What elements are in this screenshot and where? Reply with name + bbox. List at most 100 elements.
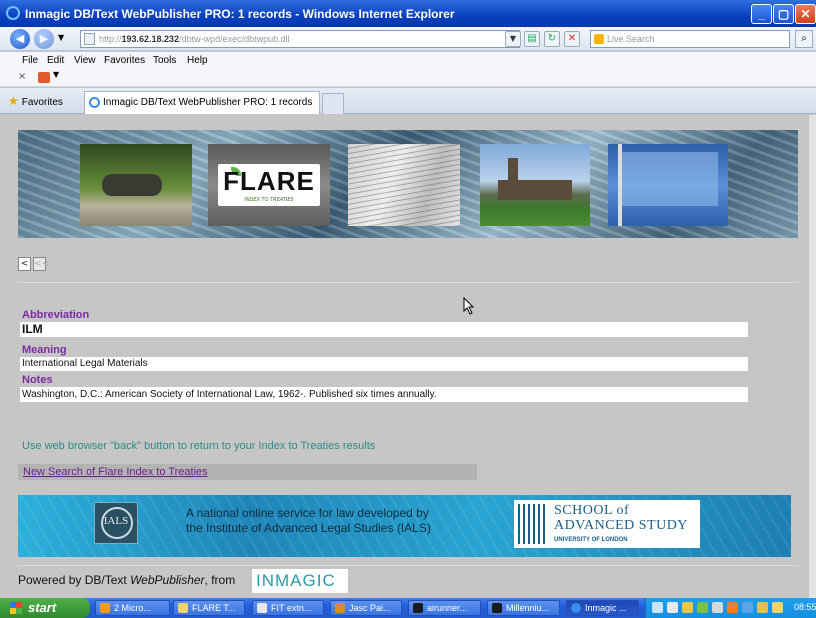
flare-banner: FLARE INDEX TO TREATIES [18, 130, 798, 238]
close-toolbar-icon[interactable]: × [18, 71, 26, 82]
tray-folder-icon[interactable] [682, 602, 693, 613]
tab-ie-icon [89, 97, 100, 108]
field-label-notes: Notes [22, 374, 53, 386]
stop-icon[interactable]: ✕ [564, 31, 580, 47]
previous-record-button[interactable]: < [18, 257, 31, 271]
taskbar-item-inmagic[interactable]: Inmagic ... [566, 600, 639, 616]
live-search-placeholder: Live Search [607, 34, 655, 44]
field-label-meaning: Meaning [22, 344, 67, 356]
terminal-icon [413, 603, 423, 613]
field-value-meaning: International Legal Materials [20, 357, 748, 371]
powered-by-product: WebPublisher [130, 573, 205, 587]
address-dropdown-icon[interactable]: ▼ [505, 31, 521, 47]
tray-shield-icon[interactable] [757, 602, 768, 613]
start-button[interactable]: start [0, 598, 90, 618]
tray-speaker-icon[interactable] [712, 602, 723, 613]
live-search-input[interactable]: Live Search [590, 30, 790, 48]
field-value-abbreviation: ILM [20, 322, 748, 337]
tray-network-icon[interactable] [652, 602, 663, 613]
new-search-link[interactable]: New Search of Flare Index to Treaties [23, 466, 208, 478]
folder-icon [178, 603, 188, 613]
command-bar: × ▼ [0, 69, 816, 87]
paint-icon [335, 603, 345, 613]
flare-logo-panel: FLARE INDEX TO TREATIES [208, 144, 330, 226]
favorites-star-icon: ★ [8, 94, 19, 108]
tab-label: Inmagic DB/Text WebPublisher PRO: 1 reco… [103, 97, 313, 108]
tab-active[interactable]: Inmagic DB/Text WebPublisher PRO: 1 reco… [84, 91, 320, 114]
tray-monitor-icon[interactable] [742, 602, 753, 613]
powered-by-text: Powered by DB/Text WebPublisher, from [18, 573, 235, 587]
system-tray: 08:55 [645, 598, 816, 618]
mouse-cursor-icon [463, 297, 475, 315]
clock: 08:55 [794, 602, 816, 612]
taskbar-item-office[interactable]: 2 Micro... [95, 600, 170, 616]
powered-by-suffix: , from [204, 573, 236, 587]
sas-name-line2: ADVANCED STUDY [554, 518, 688, 533]
taskbar-item-jasc[interactable]: Jasc Pai... [330, 600, 402, 616]
field-value-notes: Washington, D.C.: American Society of In… [20, 387, 748, 402]
back-button[interactable]: ◀ [10, 29, 30, 49]
url-host: 193.62.18.232 [121, 34, 180, 44]
tray-keyboard-icon[interactable] [667, 602, 678, 613]
compatibility-icon[interactable]: ▤ [524, 31, 540, 47]
chevron-down-icon[interactable]: ▼ [53, 70, 59, 79]
knotted-gun-photo [80, 144, 192, 226]
sas-name-line1: SCHOOL of [554, 503, 630, 518]
taskbar-item-flare-folder[interactable]: FLARE T... [173, 600, 245, 616]
windows-logo-icon [10, 602, 22, 614]
forward-button[interactable]: ▶ [34, 29, 54, 49]
sas-university: UNIVERSITY OF LONDON [554, 537, 628, 543]
ials-logo: IALS [94, 502, 138, 544]
live-search-icon [594, 34, 604, 44]
favorites-button[interactable]: ★ Favorites [8, 94, 63, 108]
history-dropdown-icon[interactable]: ▼ [58, 33, 64, 42]
taskbar-item-fit[interactable]: FIT extn... [252, 600, 324, 616]
first-record-button[interactable]: << [33, 257, 49, 271]
inmagic-logo[interactable]: INMAGIC [252, 569, 348, 593]
refresh-icon[interactable]: ↻ [544, 31, 560, 47]
field-label-abbreviation: Abbreviation [22, 309, 90, 321]
inmagic-logo-text: INMAGIC [256, 571, 336, 590]
flare-logo-tagline: INDEX TO TREATIES [244, 197, 294, 203]
feed-icon[interactable] [38, 72, 50, 83]
ials-banner[interactable]: IALS A national online service for law d… [18, 495, 791, 557]
tray-update-icon[interactable] [727, 602, 738, 613]
school-of-advanced-study-logo: SCHOOL of ADVANCED STUDY UNIVERSITY OF L… [514, 500, 700, 548]
back-button-note: Use web browser "back" button to return … [22, 440, 376, 452]
menu-file[interactable]: File [22, 55, 38, 66]
maximize-button[interactable]: ▢ [773, 4, 794, 24]
ials-text-line1: A national online service for law develo… [186, 506, 429, 520]
taskbar-item-millennium[interactable]: Millenniu... [487, 600, 560, 616]
document-icon [257, 603, 267, 613]
address-input[interactable]: http://193.62.18.232/dbtw-wpd/exec/dbtwp… [80, 30, 520, 48]
menu-help[interactable]: Help [187, 55, 208, 66]
window-edge [809, 115, 816, 598]
close-button[interactable]: ✕ [795, 4, 816, 24]
menu-tools[interactable]: Tools [153, 55, 176, 66]
menu-view[interactable]: View [74, 55, 96, 66]
document-photo [348, 144, 460, 226]
new-search-bar: New Search of Flare Index to Treaties [18, 464, 477, 480]
minimize-button[interactable]: _ [751, 4, 772, 24]
address-toolbar: ◀ ▶ ▼ http://193.62.18.232/dbtw-wpd/exec… [0, 27, 816, 51]
office-icon [100, 603, 110, 613]
taskbar: start 2 Micro... FLARE T... FIT extn... … [0, 598, 816, 618]
un-flag-photo [608, 144, 728, 226]
menu-edit[interactable]: Edit [47, 55, 64, 66]
taskbar-item-airunner[interactable]: airunner... [408, 600, 481, 616]
window-title: Inmagic DB/Text WebPublisher PRO: 1 reco… [25, 7, 455, 21]
menu-favorites[interactable]: Favorites [104, 55, 145, 66]
flare-logo: FLARE INDEX TO TREATIES [218, 164, 320, 206]
ie-logo-icon [6, 6, 20, 20]
url-path: /dbtw-wpd/exec/dbtwpub.dll [179, 34, 290, 44]
tray-security-icon[interactable] [697, 602, 708, 613]
search-go-icon[interactable]: ⌕ [795, 30, 813, 48]
senate-house-icon [518, 504, 546, 544]
favorites-label: Favorites [21, 97, 63, 108]
peace-palace-photo [480, 144, 590, 226]
start-label: start [28, 600, 57, 615]
tray-alert-icon[interactable] [772, 602, 783, 613]
divider [18, 282, 798, 283]
menu-bar: File Edit View Favorites Tools Help [0, 52, 816, 69]
new-tab-button[interactable] [322, 93, 344, 114]
